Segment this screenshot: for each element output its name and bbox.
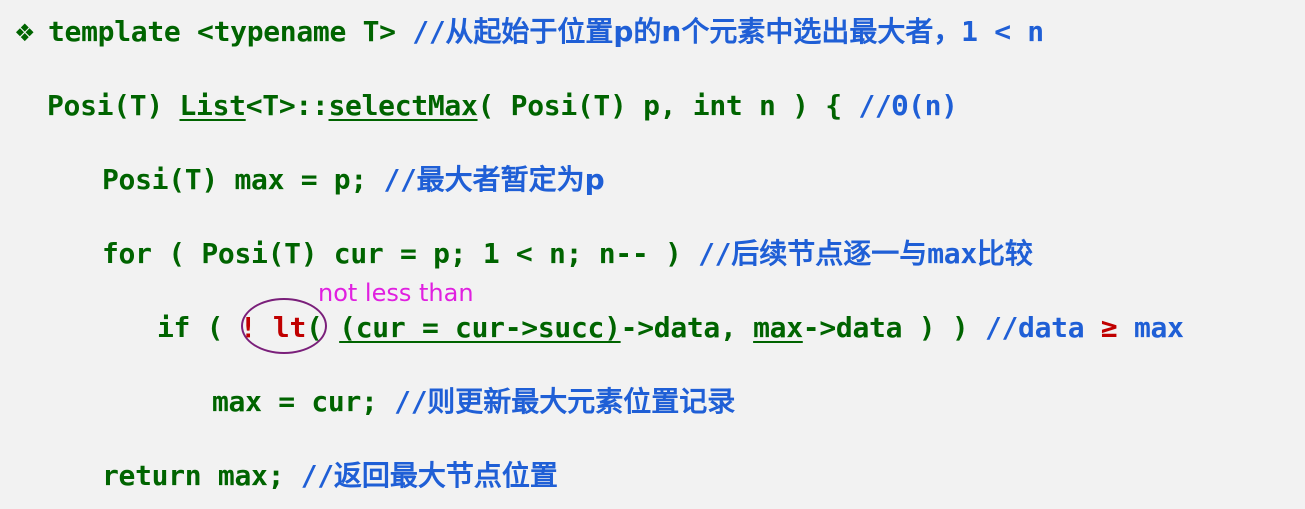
max-word: max <box>753 311 803 344</box>
comment-max: max <box>1117 311 1184 344</box>
comment-return: 返回最大节点位置 <box>333 459 558 492</box>
diamond-bullet-icon: ❖ <box>14 19 36 47</box>
for-statement: for ( Posi(T) cur = p; 1 < n; n-- ) <box>102 237 699 270</box>
code-line-return: return max; //返回最大节点位置 <box>102 458 558 494</box>
code-line-init-max: Posi(T) max = p; //最大者暂定为p <box>102 162 605 198</box>
cur-advance-expr: (cur = cur->succ) <box>339 311 621 344</box>
template-scope: <T>:: <box>245 89 329 122</box>
open-paren: ( <box>306 311 340 344</box>
code-line-for-loop: for ( Posi(T) cur = p; 1 < n; n-- ) //后续… <box>102 236 1033 272</box>
if-keyword: if ( <box>157 311 240 344</box>
not-less-than-call: ! lt <box>239 311 307 344</box>
return-statement: return max; <box>102 459 301 492</box>
code-line-if: if ( ! lt( (cur = cur->succ)->data, max-… <box>157 310 1184 346</box>
ge-symbol: ≥ <box>1100 311 1118 344</box>
comment-init: 最大者暂定为p <box>416 163 605 196</box>
function-args: ( Posi(T) p, int n ) { <box>477 89 859 122</box>
code-line-template: ❖ template <typename T> //从起始于位置p的n个元素中选出… <box>14 14 1044 51</box>
comment-select-max: 从起始于位置p的n个元素中选出最大者 <box>445 15 934 48</box>
comment-loop: 后续节点逐一与 <box>731 237 928 270</box>
comment-data: //data <box>984 311 1101 344</box>
class-name: List <box>179 89 246 122</box>
assign-statement: max = cur; <box>212 385 395 418</box>
code-line-update: max = cur; //则更新最大元素位置记录 <box>212 384 735 420</box>
comment-update: 则更新最大元素位置记录 <box>427 385 736 418</box>
function-name: selectMax <box>328 89 478 122</box>
code-line-signature: Posi(T) List<T>::selectMax( Posi(T) p, i… <box>47 88 958 124</box>
complexity-comment: //Θ(n) <box>858 89 958 122</box>
return-type: Posi(T) <box>47 89 180 122</box>
init-statement: Posi(T) max = p; <box>102 163 384 196</box>
comment-slash: // <box>300 459 334 492</box>
comment-max-word: max <box>927 237 977 270</box>
comment-condition: ，1 < n <box>933 15 1044 48</box>
max-data-access: ->data ) ) <box>802 311 985 344</box>
comment-slash: // <box>394 385 428 418</box>
data-access: ->data, <box>620 311 754 344</box>
comment-slash: // <box>383 163 417 196</box>
template-declaration: template <typename T> <box>48 15 413 48</box>
comment-compare: 比较 <box>976 237 1033 270</box>
comment-slash: // <box>412 15 446 48</box>
annotation-note: not less than <box>318 279 474 307</box>
comment-slash: // <box>698 237 732 270</box>
